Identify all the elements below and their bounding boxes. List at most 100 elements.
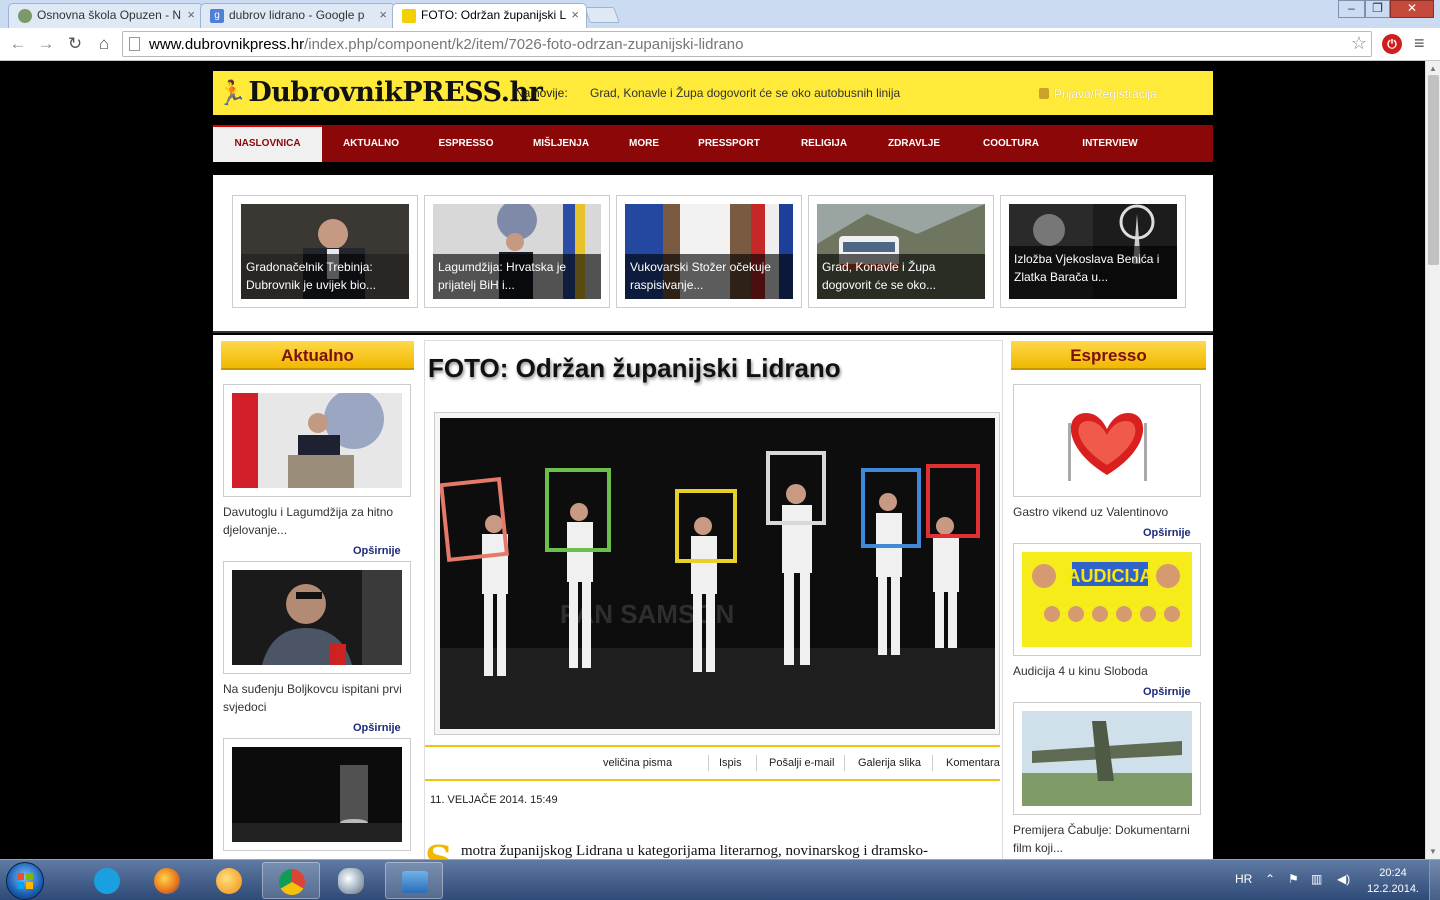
minimize-button[interactable]: – — [1338, 0, 1365, 18]
espresso-title[interactable]: Audicija 4 u kinu Sloboda — [1013, 662, 1203, 680]
nav-espresso[interactable]: ESPRESSO — [419, 125, 513, 162]
nav-more[interactable]: MORE — [609, 125, 679, 162]
taskbar-firefox[interactable] — [138, 862, 196, 899]
tab-label: FOTO: Održan županijski L — [421, 8, 567, 22]
menu-icon[interactable]: ≡ — [1414, 33, 1425, 54]
featured-caption: Vukovarski Stožer očekuje raspisivanje... — [625, 254, 793, 299]
nav-pressport[interactable]: PRESSPORT — [679, 125, 779, 162]
dubrovnikpress-icon — [402, 9, 416, 23]
espresso-card[interactable] — [1013, 384, 1201, 497]
toolbar-divider — [932, 755, 933, 771]
tab-article[interactable]: FOTO: Održan županijski L × — [392, 3, 587, 28]
scrollbar-thumb[interactable] — [1428, 75, 1439, 265]
comments-link[interactable]: Komentara — [946, 757, 1000, 769]
font-size-control[interactable]: veličina pisma — [603, 757, 672, 769]
featured-card[interactable]: Izložba Vjekoslava Benića i Zlatka Barača… — [1000, 195, 1186, 308]
photo-viewer-icon — [402, 871, 428, 893]
espresso-card[interactable] — [1013, 702, 1201, 815]
aktualno-title[interactable]: Na suđenju Boljkovcu ispitani prvi svjedo… — [223, 680, 413, 716]
featured-card[interactable]: Lagumdžija: Hrvatska je prijatelj BiH i..… — [424, 195, 610, 308]
taskbar-paint[interactable] — [322, 862, 380, 899]
featured-card[interactable]: Gradonačelnik Trebinja: Dubrovnik je uvij… — [232, 195, 418, 308]
article-photo-frame[interactable]: PAN SAMSON — [434, 412, 1000, 735]
aktualno-card[interactable] — [223, 561, 411, 674]
address-bar[interactable]: www.dubrovnikpress.hr/index.php/componen… — [122, 31, 1372, 57]
aktualno-heading[interactable]: Aktualno — [221, 341, 414, 370]
lock-icon — [1039, 88, 1049, 99]
espresso-title[interactable]: Gastro vikend uz Valentinovo — [1013, 503, 1203, 521]
forward-button[interactable]: → — [35, 33, 57, 55]
volume-icon[interactable]: ◀) — [1337, 872, 1350, 886]
read-more-link[interactable]: Opširnije — [353, 545, 401, 557]
show-desktop-button[interactable] — [1429, 860, 1440, 900]
featured-caption: Gradonačelnik Trebinja: Dubrovnik je uvij… — [241, 254, 409, 299]
aktualno-photo — [232, 393, 402, 488]
read-more-link[interactable]: Opširnije — [353, 722, 401, 734]
close-tab-icon[interactable]: × — [379, 7, 387, 22]
aktualno-card[interactable] — [223, 738, 411, 851]
gallery-link[interactable]: Galerija slika — [858, 757, 921, 769]
taskbar-photo-viewer[interactable] — [385, 862, 443, 899]
article-title: FOTO: Održan županijski Lidrano — [428, 353, 841, 383]
scroll-up-icon[interactable]: ▲ — [1429, 64, 1437, 73]
featured-card[interactable]: Vukovarski Stožer očekuje raspisivanje... — [616, 195, 802, 308]
nav-aktualno[interactable]: AKTUALNO — [323, 125, 419, 162]
close-tab-icon[interactable]: × — [187, 7, 195, 22]
running-man-icon: 🏃 — [217, 78, 247, 107]
espresso-title[interactable]: Premijera Čabulje: Dokumentarni film koji… — [1013, 821, 1208, 857]
network-icon[interactable]: ▥ — [1311, 872, 1322, 886]
chrome-icon — [279, 869, 305, 895]
nav-religija[interactable]: RELIGIJA — [779, 125, 869, 162]
windows-taskbar: HR ⌃ ⚑ ▥ ◀) 20:24 12.2.2014. — [0, 859, 1440, 900]
action-center-flag-icon[interactable]: ⚑ — [1288, 872, 1299, 886]
site-logo[interactable]: 🏃DubrovnikPRESS.hr — [217, 77, 543, 108]
nav-interview[interactable]: INTERVIEW — [1063, 125, 1157, 162]
news-ticker[interactable]: Grad, Konavle i Župa dogovorit će se oko… — [590, 86, 900, 100]
nav-zdravlje[interactable]: ZDRAVLJE — [869, 125, 959, 162]
tab-google-search[interactable]: g dubrov lidrano - Google p × — [200, 3, 395, 28]
taskbar-chrome[interactable] — [262, 862, 320, 899]
page-scrollbar[interactable]: ▲ ▼ — [1425, 61, 1440, 859]
read-more-link[interactable]: Opširnije — [1143, 527, 1191, 539]
new-tab-button[interactable] — [584, 7, 620, 23]
paint-icon — [338, 868, 364, 894]
svg-text:AUDICIJA: AUDICIJA — [1067, 566, 1152, 586]
taskbar-skype[interactable] — [78, 862, 136, 899]
nav-naslovnica[interactable]: NASLOVNICA — [213, 125, 322, 162]
maximize-button[interactable]: ❐ — [1365, 0, 1390, 18]
read-more-link[interactable]: Opširnije — [1143, 686, 1191, 698]
page-icon — [129, 37, 140, 51]
latest-label: Najnovije: — [515, 86, 568, 100]
featured-card[interactable]: Grad, Konavle i Župa dogovorit će se oko.… — [808, 195, 994, 308]
nav-cooltura[interactable]: COOLTURA — [959, 125, 1063, 162]
taskbar-chat-app[interactable] — [200, 862, 258, 899]
print-link[interactable]: Ispis — [719, 757, 742, 769]
espresso-heading[interactable]: Espresso — [1011, 341, 1206, 370]
language-indicator[interactable]: HR — [1235, 872, 1252, 886]
back-button[interactable]: ← — [7, 33, 29, 55]
send-email-link[interactable]: Pošalji e-mail — [769, 757, 834, 769]
espresso-card[interactable]: AUDICIJA — [1013, 543, 1201, 656]
url-text[interactable]: www.dubrovnikpress.hr/index.php/componen… — [149, 36, 743, 53]
close-tab-icon[interactable]: × — [571, 7, 579, 22]
login-link[interactable]: Prijava/Registracija — [1039, 87, 1157, 101]
article-photo: PAN SAMSON — [440, 418, 995, 729]
close-window-button[interactable]: ✕ — [1390, 0, 1434, 18]
system-clock[interactable]: 20:24 12.2.2014. — [1362, 865, 1424, 897]
home-button[interactable]: ⌂ — [93, 33, 115, 55]
main-navigation: NASLOVNICA AKTUALNO ESPRESSO MIŠLJENJA M… — [213, 125, 1213, 162]
scroll-down-icon[interactable]: ▼ — [1429, 847, 1437, 856]
aktualno-card[interactable] — [223, 384, 411, 497]
nav-misljenja[interactable]: MIŠLJENJA — [513, 125, 609, 162]
aktualno-title[interactable]: Davutoglu i Lagumdžija za hitno djelovanj… — [223, 503, 413, 539]
start-button[interactable] — [6, 862, 44, 900]
browser-toolbar: ← → ↻ ⌂ www.dubrovnikpress.hr/index.php/… — [0, 28, 1440, 61]
extension-icon[interactable]: ⏻ — [1382, 34, 1402, 54]
aktualno-photo — [232, 747, 402, 842]
featured-strip: Gradonačelnik Trebinja: Dubrovnik je uvij… — [213, 175, 1213, 333]
bookmark-star-icon[interactable]: ☆ — [1351, 33, 1367, 54]
tab-osnovna-skola[interactable]: Osnovna škola Opuzen - N × — [8, 3, 203, 28]
espresso-photo — [1022, 393, 1192, 488]
reload-button[interactable]: ↻ — [64, 33, 86, 55]
tray-expand-icon[interactable]: ⌃ — [1265, 872, 1275, 886]
